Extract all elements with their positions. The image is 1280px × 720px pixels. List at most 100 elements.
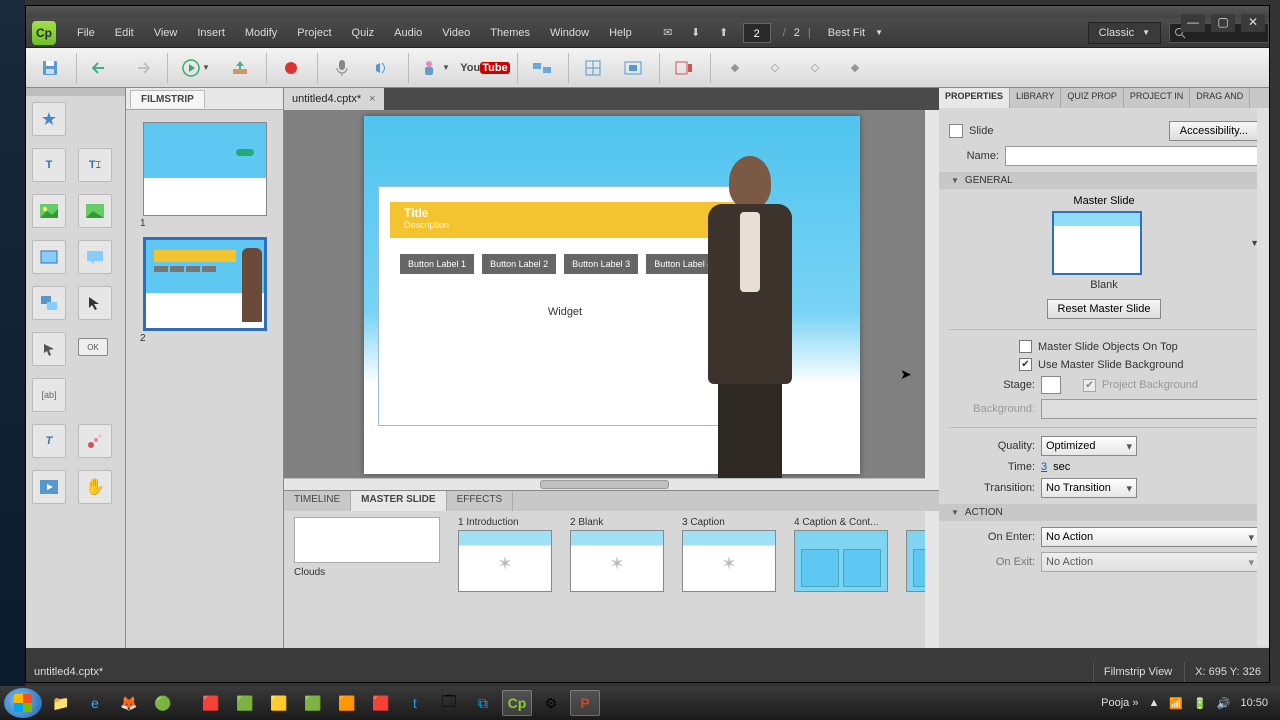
- zoom-dropdown[interactable]: Best Fit▼: [819, 21, 892, 45]
- master-thumb-1[interactable]: ✶: [458, 530, 552, 592]
- app-icon[interactable]: 🗔: [434, 690, 464, 716]
- character-image[interactable]: [700, 156, 800, 486]
- button-icon[interactable]: OK: [78, 338, 108, 356]
- tab-timeline[interactable]: TIMELINE: [284, 491, 351, 511]
- slide-widget[interactable]: Widget: [400, 306, 730, 318]
- slide-button-2[interactable]: Button Label 2: [482, 254, 556, 274]
- tab-properties[interactable]: PROPERTIES: [939, 88, 1010, 108]
- tab-quiz-prop[interactable]: QUIZ PROP: [1061, 88, 1124, 108]
- tray-battery-icon[interactable]: 🔋: [1193, 697, 1207, 710]
- slide-button-1[interactable]: Button Label 1: [400, 254, 474, 274]
- menu-video[interactable]: Video: [433, 21, 479, 45]
- text-entry-icon[interactable]: T⌶: [78, 148, 112, 182]
- text-animation-icon[interactable]: [ab]: [32, 378, 66, 412]
- youtube-icon[interactable]: YouTube: [462, 53, 508, 83]
- redo-icon[interactable]: [124, 53, 158, 83]
- animation-text-icon[interactable]: T: [32, 424, 66, 458]
- tab-effects[interactable]: EFFECTS: [447, 491, 514, 511]
- section-action[interactable]: ACTION: [939, 504, 1269, 521]
- menu-modify[interactable]: Modify: [236, 21, 286, 45]
- send-back-icon[interactable]: ◆: [838, 53, 872, 83]
- master-theme-thumb[interactable]: [294, 517, 440, 563]
- audio-management-icon[interactable]: [365, 53, 399, 83]
- tab-drag-and-drop[interactable]: DRAG AND: [1190, 88, 1250, 108]
- menu-file[interactable]: File: [68, 21, 104, 45]
- snap-grid-icon[interactable]: [576, 53, 610, 83]
- objects-on-top-checkbox[interactable]: [1019, 340, 1032, 353]
- animation-icon[interactable]: [78, 424, 112, 458]
- ie-icon[interactable]: e: [80, 690, 110, 716]
- master-thumb-2[interactable]: ✶: [570, 530, 664, 592]
- time-value[interactable]: 3: [1041, 461, 1047, 473]
- rollover-image-icon[interactable]: [78, 194, 112, 228]
- slide-stage[interactable]: Title Description Button Label 1 Button …: [364, 116, 860, 474]
- mouse-icon[interactable]: [78, 286, 112, 320]
- document-tab[interactable]: untitled4.cptx* ×: [284, 88, 384, 110]
- window-close[interactable]: ✕: [1241, 14, 1265, 32]
- hand-tool-icon[interactable]: ✋: [78, 470, 112, 504]
- tray-clock[interactable]: 10:50: [1240, 697, 1268, 709]
- menu-audio[interactable]: Audio: [385, 21, 431, 45]
- start-button[interactable]: [4, 688, 42, 718]
- record-icon[interactable]: [274, 53, 308, 83]
- save-icon[interactable]: [33, 53, 67, 83]
- slide-thumb-2[interactable]: [143, 237, 267, 331]
- master-slide-preview[interactable]: [1052, 211, 1142, 275]
- name-input[interactable]: [1005, 146, 1259, 166]
- sync-up-icon[interactable]: ⬆: [713, 23, 735, 43]
- collaborate-icon[interactable]: [525, 53, 559, 83]
- master-thumb-3[interactable]: ✶: [682, 530, 776, 592]
- menu-project[interactable]: Project: [288, 21, 340, 45]
- show-hide-icon[interactable]: [667, 53, 701, 83]
- on-exit-select[interactable]: No Action: [1041, 552, 1259, 572]
- bottom-vscroll[interactable]: [925, 511, 939, 648]
- tray-network-icon[interactable]: 📶: [1169, 697, 1183, 710]
- menu-window[interactable]: Window: [541, 21, 598, 45]
- tray-volume-icon[interactable]: 🔊: [1217, 697, 1231, 710]
- app-icon[interactable]: 🟩: [298, 690, 328, 716]
- on-enter-select[interactable]: No Action: [1041, 527, 1259, 547]
- slidelet-icon[interactable]: [32, 286, 66, 320]
- tray-user[interactable]: Pooja »: [1101, 697, 1138, 709]
- mail-icon[interactable]: ✉: [657, 23, 679, 43]
- app-icon[interactable]: 🟥: [366, 690, 396, 716]
- window-maximize[interactable]: ▢: [1211, 14, 1235, 32]
- slide-title[interactable]: Title: [404, 206, 736, 220]
- menu-themes[interactable]: Themes: [481, 21, 539, 45]
- firefox-icon[interactable]: 🦊: [114, 690, 144, 716]
- flash-video-icon[interactable]: [32, 470, 66, 504]
- highlight-box-icon[interactable]: [32, 240, 66, 274]
- tray-chevron-icon[interactable]: ▲: [1148, 697, 1159, 709]
- rollover-caption-icon[interactable]: [78, 240, 112, 274]
- close-tab-icon[interactable]: ×: [369, 93, 375, 105]
- twitter-icon[interactable]: t: [400, 690, 430, 716]
- undo-icon[interactable]: [84, 53, 118, 83]
- app-icon[interactable]: 🟨: [264, 690, 294, 716]
- explorer-icon[interactable]: 📁: [46, 690, 76, 716]
- send-backward-icon[interactable]: ◇: [798, 53, 832, 83]
- publish-icon[interactable]: [223, 53, 257, 83]
- workspace-dropdown[interactable]: Classic▼: [1088, 22, 1161, 44]
- filmstrip-tab[interactable]: FILMSTRIP: [130, 90, 205, 108]
- bring-forward-icon[interactable]: ◇: [758, 53, 792, 83]
- slide-button-3[interactable]: Button Label 3: [564, 254, 638, 274]
- quality-select[interactable]: Optimized: [1041, 436, 1137, 456]
- canvas-hscroll[interactable]: [284, 478, 925, 490]
- snap-object-icon[interactable]: [616, 53, 650, 83]
- stage-color-swatch[interactable]: [1041, 376, 1061, 394]
- chrome-icon[interactable]: 🟢: [148, 690, 178, 716]
- slide-thumb-1[interactable]: [143, 122, 267, 216]
- tab-library[interactable]: LIBRARY: [1010, 88, 1061, 108]
- master-thumb-4[interactable]: [794, 530, 888, 592]
- page-current[interactable]: 2: [743, 23, 771, 43]
- use-bg-checkbox[interactable]: ✔: [1019, 358, 1032, 371]
- tab-master-slide[interactable]: MASTER SLIDE: [351, 491, 446, 511]
- section-general[interactable]: GENERAL: [939, 172, 1269, 189]
- bring-front-icon[interactable]: ◆: [718, 53, 752, 83]
- canvas-vscroll[interactable]: [925, 110, 939, 490]
- characters-icon[interactable]: ▼: [416, 53, 456, 83]
- transition-select[interactable]: No Transition: [1041, 478, 1137, 498]
- star-tool-icon[interactable]: ★: [32, 102, 66, 136]
- slide-subtitle[interactable]: Description: [404, 220, 736, 230]
- preview-icon[interactable]: ▼: [175, 53, 217, 83]
